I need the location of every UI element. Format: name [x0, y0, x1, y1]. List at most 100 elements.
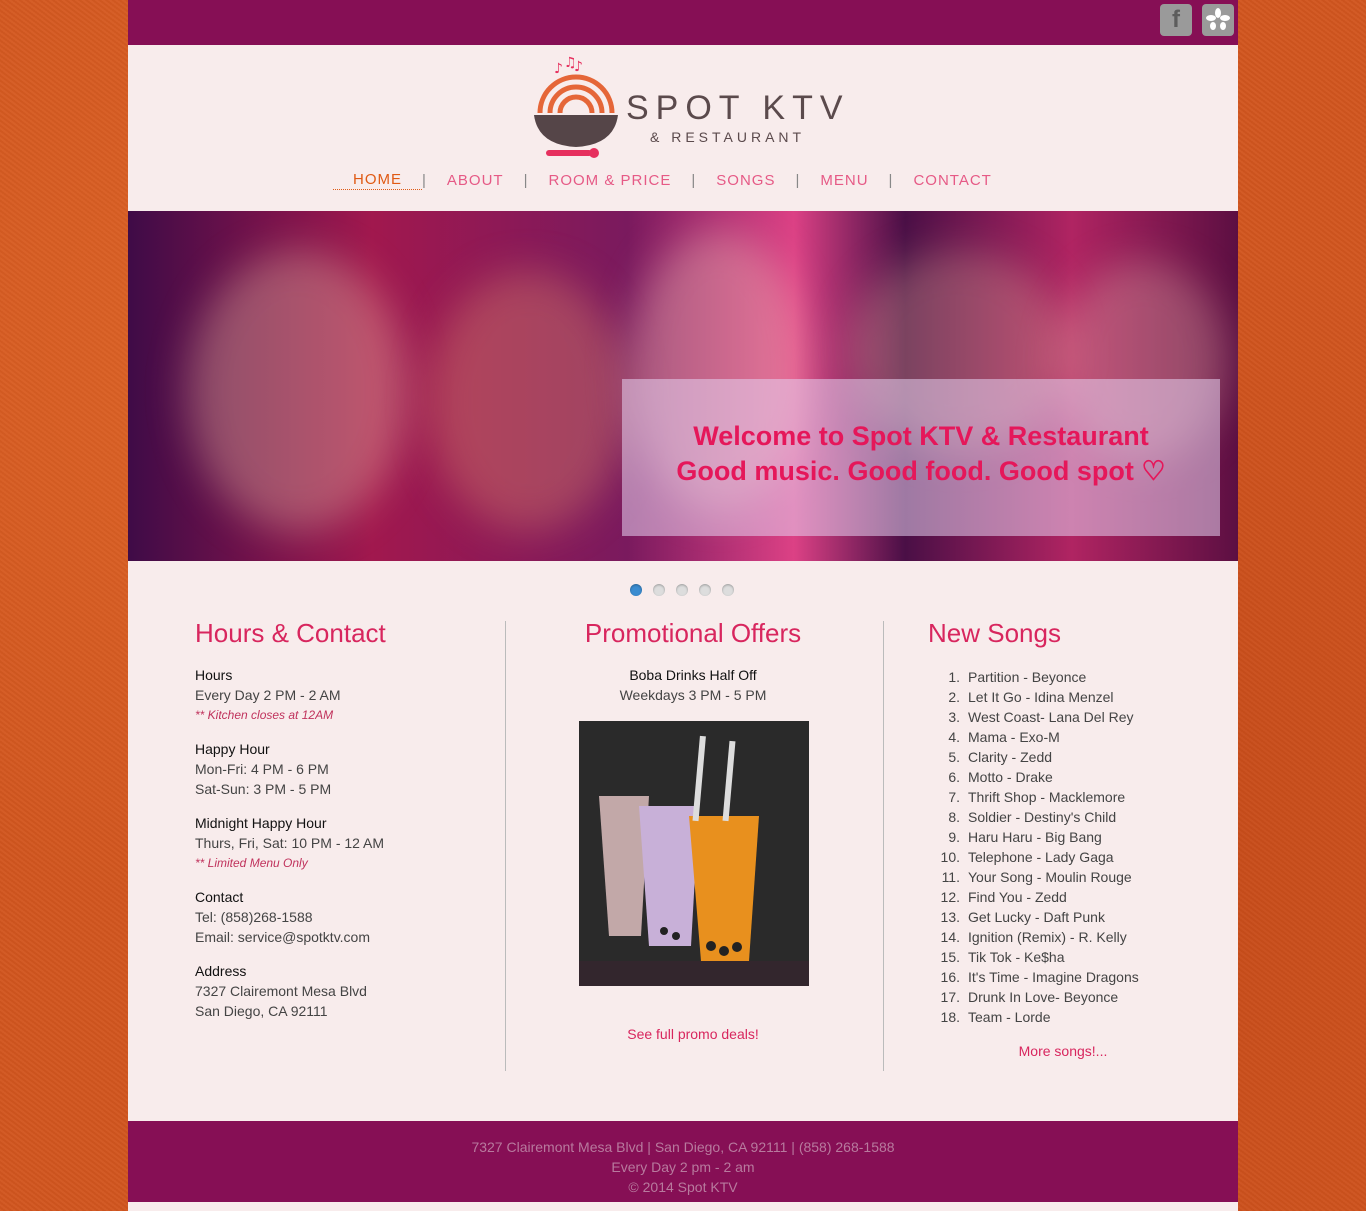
song-item: 8. Soldier - Destiny's Child	[928, 807, 1198, 827]
song-title: Drunk In Love- Beyonce	[968, 989, 1119, 1005]
happy-hour-label: Happy Hour	[195, 741, 270, 757]
song-item: 2. Let It Go - Idina Menzel	[928, 687, 1198, 707]
song-item: 17. Drunk In Love- Beyonce	[928, 987, 1198, 1007]
promo-time: Weekdays 3 PM - 5 PM	[619, 687, 767, 703]
header: ♪ ♫ ♪ SPOT KTV & RESTAURANT HOME | ABOUT |…	[128, 45, 1238, 211]
new-songs-section: New Songs 1. Partition - Beyonce 2. Let It …	[928, 618, 1198, 1060]
kitchen-note: ** Kitchen closes at 12AM	[195, 708, 334, 722]
top-bar: f	[128, 0, 1238, 45]
footer-hours: Every Day 2 pm - 2 am	[611, 1159, 755, 1175]
song-title: Mama - Exo-M	[968, 729, 1060, 745]
hours-value: Every Day 2 PM - 2 AM	[195, 687, 341, 703]
song-number: 1.	[948, 669, 960, 685]
song-item: 14. Ignition (Remix) - R. Kelly	[928, 927, 1198, 947]
footer-copyright: © 2014 Spot KTV	[628, 1179, 738, 1195]
song-number: 8.	[948, 809, 960, 825]
song-title: Get Lucky - Daft Punk	[968, 909, 1105, 925]
song-item: 5. Clarity - Zedd	[928, 747, 1198, 767]
song-item: 3. West Coast- Lana Del Rey	[928, 707, 1198, 727]
brand-name: SPOT KTV	[626, 89, 850, 127]
hero-tagline: Good music. Good food. Good spot ♡	[676, 456, 1166, 486]
hours-label: Hours	[195, 667, 233, 683]
svg-text:♪: ♪	[554, 61, 563, 77]
song-title: Find You - Zedd	[968, 889, 1067, 905]
boba-drinks-image	[579, 721, 809, 986]
happy-hour-weekday: Mon-Fri: 4 PM - 6 PM	[195, 761, 329, 777]
song-title: West Coast- Lana Del Rey	[968, 709, 1134, 725]
slider-dots	[630, 584, 734, 596]
slider-dot[interactable]	[630, 584, 642, 596]
song-title: Tik Tok - Ke$ha	[968, 949, 1065, 965]
email: Email: service@spotktv.com	[195, 929, 370, 945]
song-item: 1. Partition - Beyonce	[928, 667, 1198, 687]
page: f ♪ ♫ ♪ SPOT KTV & RESTAURANT HOME | ABO…	[128, 0, 1238, 1211]
limited-menu-note: ** Limited Menu Only	[195, 856, 308, 870]
midnight-value: Thurs, Fri, Sat: 10 PM - 12 AM	[195, 835, 385, 851]
song-title: Motto - Drake	[968, 769, 1053, 785]
song-number: 6.	[948, 769, 960, 785]
song-number: 10.	[940, 849, 960, 865]
song-title: Haru Haru - Big Bang	[968, 829, 1102, 845]
song-title: Your Song - Moulin Rouge	[968, 869, 1132, 885]
slider-dot[interactable]	[653, 584, 665, 596]
song-number: 17.	[940, 989, 960, 1005]
song-number: 12.	[940, 889, 960, 905]
column-divider	[883, 621, 884, 1071]
song-item: 7. Thrift Shop - Macklemore	[928, 787, 1198, 807]
hero-slider[interactable]: Welcome to Spot KTV & Restaurant Good mu…	[128, 211, 1238, 561]
promo-deals-link[interactable]: See full promo deals!	[627, 1026, 759, 1042]
brand-subtitle: & RESTAURANT	[650, 129, 806, 145]
section-title: Hours & Contact	[195, 618, 386, 648]
song-item: 11. Your Song - Moulin Rouge	[928, 867, 1198, 887]
nav-home[interactable]: HOME	[333, 171, 422, 190]
song-number: 15.	[940, 949, 960, 965]
yelp-icon[interactable]	[1202, 4, 1234, 36]
song-title: Let It Go - Idina Menzel	[968, 689, 1114, 705]
hero-caption: Welcome to Spot KTV & Restaurant Good mu…	[622, 379, 1220, 536]
nav-about[interactable]: ABOUT	[427, 172, 524, 190]
song-number: 11.	[941, 869, 960, 885]
song-number: 5.	[948, 749, 960, 765]
nav-room-price[interactable]: ROOM & PRICE	[529, 172, 692, 190]
slider-dot[interactable]	[722, 584, 734, 596]
yelp-burst-icon	[1206, 8, 1230, 30]
happy-hour-weekend: Sat-Sun: 3 PM - 5 PM	[195, 781, 332, 797]
hero-headline: Welcome to Spot KTV & Restaurant	[693, 421, 1149, 451]
hero-photo-shape	[428, 271, 628, 531]
song-title: It's Time - Imagine Dragons	[968, 969, 1139, 985]
midnight-label: Midnight Happy Hour	[195, 815, 327, 831]
song-list: 1. Partition - Beyonce 2. Let It Go - Idina…	[928, 667, 1198, 1027]
nav-contact[interactable]: CONTACT	[893, 172, 1011, 190]
song-number: 3.	[948, 709, 960, 725]
song-number: 7.	[948, 789, 960, 805]
song-item: 12. Find You - Zedd	[928, 887, 1198, 907]
song-item: 13. Get Lucky - Daft Punk	[928, 907, 1198, 927]
song-item: 10. Telephone - Lady Gaga	[928, 847, 1198, 867]
hero-photo-shape	[188, 251, 408, 531]
song-item: 15. Tik Tok - Ke$ha	[928, 947, 1198, 967]
nav-menu[interactable]: MENU	[800, 172, 888, 190]
svg-text:♪: ♪	[574, 59, 583, 75]
slider-dot[interactable]	[699, 584, 711, 596]
footer: 7327 Clairemont Mesa Blvd | San Diego, C…	[128, 1121, 1238, 1202]
song-title: Ignition (Remix) - R. Kelly	[968, 929, 1127, 945]
column-divider	[505, 621, 506, 1071]
slider-dot[interactable]	[676, 584, 688, 596]
song-title: Team - Lorde	[968, 1009, 1051, 1025]
song-title: Thrift Shop - Macklemore	[968, 789, 1126, 805]
nav-songs[interactable]: SONGS	[696, 172, 795, 190]
address-line: San Diego, CA 92111	[195, 1003, 328, 1019]
main-nav: HOME | ABOUT | ROOM & PRICE | SONGS | ME…	[333, 171, 1012, 190]
song-item: 4. Mama - Exo-M	[928, 727, 1198, 747]
promo-section: Promotional Offers Boba Drinks Half Off …	[514, 618, 872, 1042]
promo-offer: Boba Drinks Half Off	[629, 667, 757, 683]
song-number: 18.	[940, 1009, 960, 1025]
song-title: Clarity - Zedd	[968, 749, 1053, 765]
song-title: Soldier - Destiny's Child	[968, 809, 1117, 825]
phone: Tel: (858)268-1588	[195, 909, 313, 925]
song-number: 13.	[940, 909, 960, 925]
more-songs-link[interactable]: More songs!...	[1019, 1043, 1108, 1059]
boba-drinks-illustration	[579, 721, 809, 986]
address-line: 7327 Clairemont Mesa Blvd	[195, 983, 367, 999]
facebook-icon[interactable]: f	[1160, 4, 1192, 36]
